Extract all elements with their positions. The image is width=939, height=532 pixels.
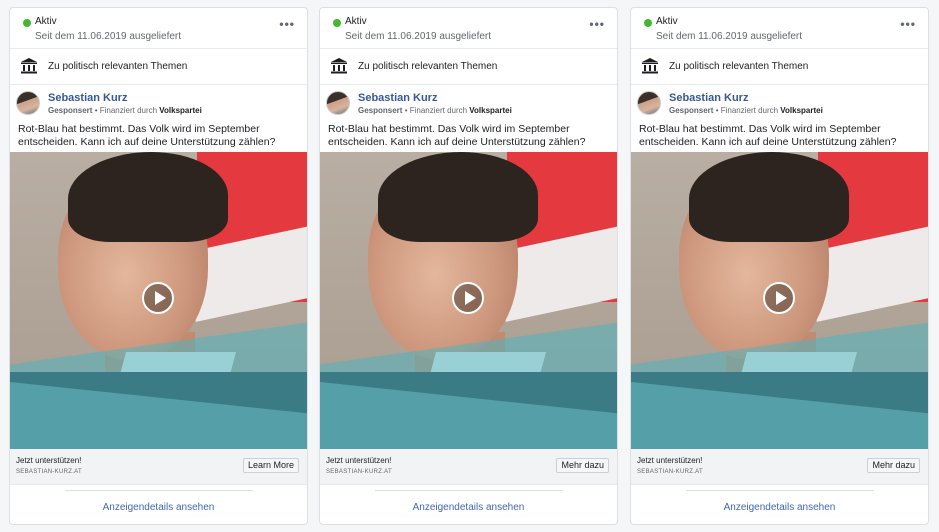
ad-details-link[interactable]: Anzeigendetails ansehen — [320, 502, 617, 513]
topic-label: Zu politisch relevanten Themen — [358, 61, 498, 72]
hair-shape — [68, 152, 228, 242]
delivery-date: Seit dem 11.06.2019 ausgeliefert — [345, 31, 492, 42]
cta-domain: SEBASTIAN-KURZ.AT — [637, 469, 703, 475]
divider — [65, 490, 253, 491]
green-dot-icon — [333, 19, 341, 27]
sponsored-label: Gesponsert — [669, 106, 714, 115]
topic-row: Zu politisch relevanten Themen — [320, 48, 617, 85]
ad-card: Aktiv Seit dem 11.06.2019 ausgeliefert •… — [319, 7, 618, 525]
status-label: Aktiv — [345, 16, 367, 27]
status-label: Aktiv — [35, 16, 57, 27]
cta-row: Jetzt unterstützen! SEBASTIAN-KURZ.AT Me… — [320, 449, 617, 485]
divider — [375, 490, 563, 491]
funded-by-label: • Finanziert durch — [402, 106, 470, 115]
advertiser-name[interactable]: Sebastian Kurz — [358, 92, 437, 104]
ad-details-link[interactable]: Anzeigendetails ansehen — [631, 502, 928, 513]
advertiser-row: Sebastian Kurz Gesponsert • Finanziert d… — [631, 85, 928, 121]
cta-domain: SEBASTIAN-KURZ.AT — [326, 469, 392, 475]
advertiser-row: Sebastian Kurz Gesponsert • Finanziert d… — [320, 85, 617, 121]
cta-row: Jetzt unterstützen! SEBASTIAN-KURZ.AT Me… — [631, 449, 928, 485]
delivery-date: Seit dem 11.06.2019 ausgeliefert — [656, 31, 803, 42]
government-building-icon — [21, 58, 37, 74]
play-icon[interactable] — [452, 282, 484, 314]
advertiser-name[interactable]: Sebastian Kurz — [669, 92, 748, 104]
ad-video[interactable] — [631, 152, 928, 449]
cta-domain: SEBASTIAN-KURZ.AT — [16, 469, 82, 475]
sponsorship-info: Gesponsert • Finanziert durch Volksparte… — [48, 106, 202, 115]
government-building-icon — [642, 58, 658, 74]
party-name[interactable]: Volkspartei — [159, 106, 202, 115]
sponsored-label: Gesponsert — [48, 106, 93, 115]
play-icon[interactable] — [142, 282, 174, 314]
status-label: Aktiv — [656, 16, 678, 27]
cta-headline: Jetzt unterstützen! — [16, 456, 82, 465]
status-row: Aktiv Seit dem 11.06.2019 ausgeliefert •… — [631, 8, 928, 48]
cta-button[interactable]: Learn More — [242, 458, 299, 473]
delivery-date: Seit dem 11.06.2019 ausgeliefert — [35, 31, 182, 42]
topic-row: Zu politisch relevanten Themen — [10, 48, 307, 85]
avatar[interactable] — [637, 91, 661, 115]
more-options-icon[interactable]: ••• — [279, 18, 295, 30]
green-dot-icon — [644, 19, 652, 27]
cta-row: Jetzt unterstützen! SEBASTIAN-KURZ.AT Le… — [10, 449, 307, 485]
cta-button[interactable]: Mehr dazu — [867, 458, 920, 473]
advertiser-name[interactable]: Sebastian Kurz — [48, 92, 127, 104]
party-name[interactable]: Volkspartei — [469, 106, 512, 115]
topic-row: Zu politisch relevanten Themen — [631, 48, 928, 85]
ad-card: Aktiv Seit dem 11.06.2019 ausgeliefert •… — [630, 7, 929, 525]
status-row: Aktiv Seit dem 11.06.2019 ausgeliefert •… — [10, 8, 307, 48]
topic-label: Zu politisch relevanten Themen — [669, 61, 809, 72]
sponsored-label: Gesponsert — [358, 106, 403, 115]
advertiser-row: Sebastian Kurz Gesponsert • Finanziert d… — [10, 85, 307, 121]
ad-card: Aktiv Seit dem 11.06.2019 ausgeliefert •… — [9, 7, 308, 525]
more-options-icon[interactable]: ••• — [589, 18, 605, 30]
sponsorship-info: Gesponsert • Finanziert durch Volksparte… — [669, 106, 823, 115]
green-dot-icon — [23, 19, 31, 27]
status-row: Aktiv Seit dem 11.06.2019 ausgeliefert •… — [320, 8, 617, 48]
cta-headline: Jetzt unterstützen! — [326, 456, 392, 465]
more-options-icon[interactable]: ••• — [900, 18, 916, 30]
party-name[interactable]: Volkspartei — [780, 106, 823, 115]
topic-label: Zu politisch relevanten Themen — [48, 61, 188, 72]
cta-headline: Jetzt unterstützen! — [637, 456, 703, 465]
divider — [686, 490, 874, 491]
sponsorship-info: Gesponsert • Finanziert durch Volksparte… — [358, 106, 512, 115]
avatar[interactable] — [326, 91, 350, 115]
hair-shape — [378, 152, 538, 242]
hair-shape — [689, 152, 849, 242]
avatar[interactable] — [16, 91, 40, 115]
funded-by-label: • Finanziert durch — [713, 106, 781, 115]
ad-details-link[interactable]: Anzeigendetails ansehen — [10, 502, 307, 513]
cta-button[interactable]: Mehr dazu — [556, 458, 609, 473]
government-building-icon — [331, 58, 347, 74]
ad-video[interactable] — [320, 152, 617, 449]
ad-video[interactable] — [10, 152, 307, 449]
funded-by-label: • Finanziert durch — [92, 106, 160, 115]
play-icon[interactable] — [763, 282, 795, 314]
